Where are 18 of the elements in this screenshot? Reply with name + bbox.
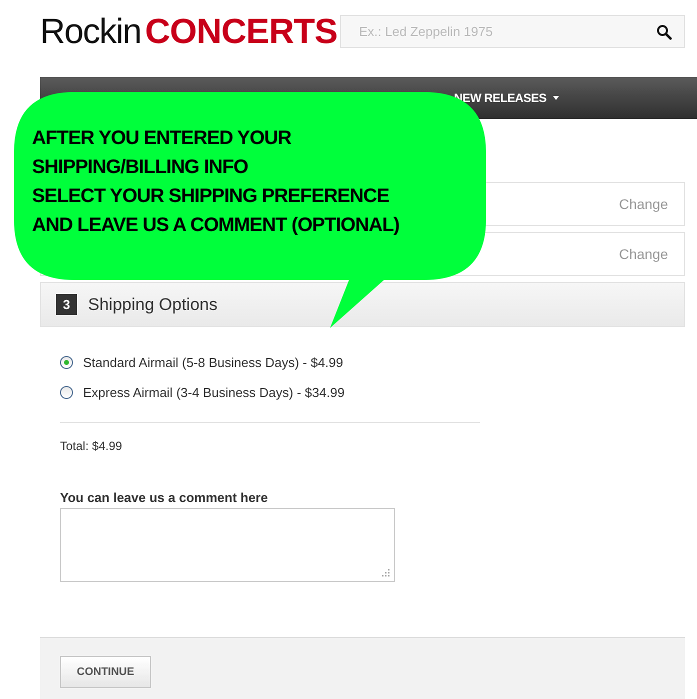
logo-text: Rockin xyxy=(40,12,141,52)
step-title: Shipping Options xyxy=(88,294,218,314)
search-field[interactable]: Ex.: Led Zeppelin 1975 xyxy=(340,15,685,48)
logo-text: CONCERTS xyxy=(144,12,338,52)
resize-grip-icon[interactable] xyxy=(382,569,390,577)
option-label: Express Airmail (3-4 Business Days) - $34.99 xyxy=(83,385,345,400)
option-label: Standard Airmail (5-8 Business Days) - $4.99 xyxy=(83,355,344,370)
search-input[interactable]: Ex.: Led Zeppelin 1975 xyxy=(357,23,656,40)
search-icon[interactable] xyxy=(656,24,672,40)
radio-button[interactable] xyxy=(60,386,73,399)
step-number: 3 xyxy=(56,294,77,315)
comment-label: You can leave us a comment here xyxy=(60,490,269,505)
callout-text: AFTER YOU ENTERED YOUR SHIPPING/BILLING INFO SELECT YOUR SHIPPING PREFERENCE AND LEAVE US A COMMENT (OPTIONAL) xyxy=(32,126,400,238)
caret-icon xyxy=(553,96,560,100)
continue-button[interactable]: CONTINUE xyxy=(60,656,151,688)
total-text: Total: $4.99 xyxy=(60,439,124,453)
radio-button[interactable] xyxy=(60,356,73,369)
comment-field[interactable] xyxy=(60,508,395,582)
